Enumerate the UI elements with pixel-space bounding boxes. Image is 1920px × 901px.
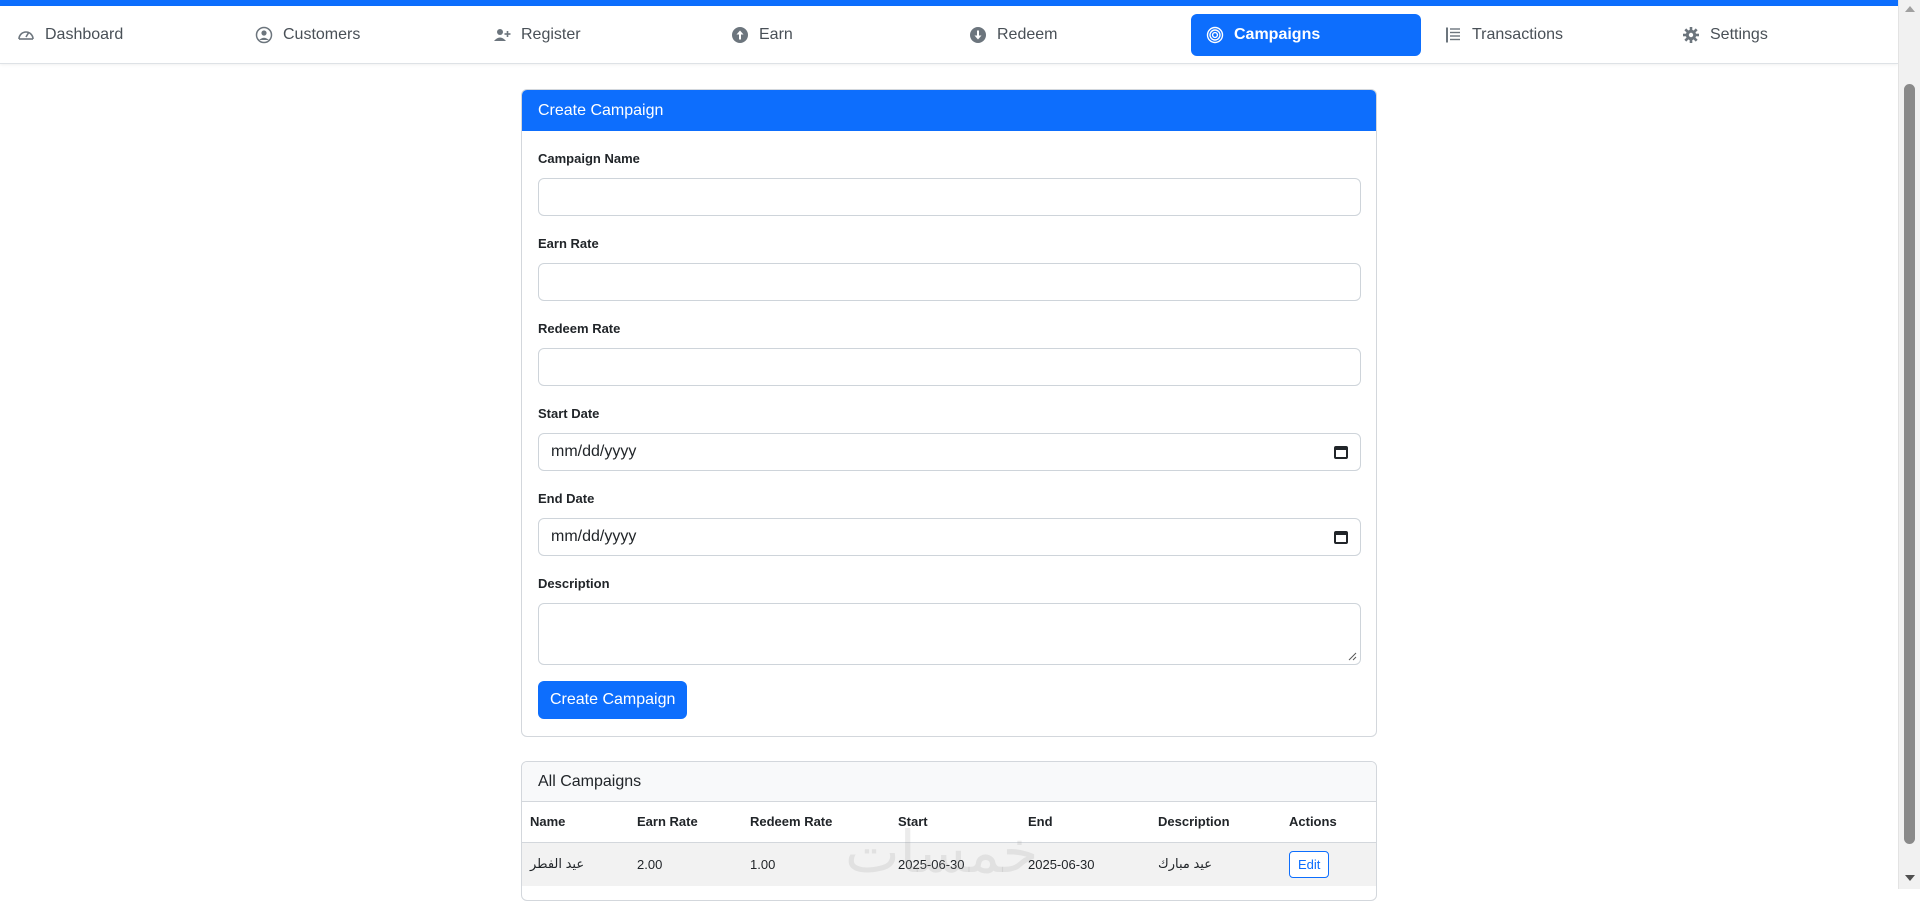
edit-button[interactable]: Edit	[1289, 850, 1330, 878]
create-campaign-card: Create Campaign Campaign Name Earn Rate …	[521, 89, 1377, 737]
person-circle-icon	[254, 25, 274, 45]
campaign-name-input[interactable]	[538, 178, 1361, 216]
calendar-icon[interactable]	[1334, 446, 1348, 459]
nav-item-redeem[interactable]: Redeem	[954, 14, 1184, 56]
nav-item-earn[interactable]: Earn	[716, 14, 946, 56]
person-plus-icon	[492, 25, 512, 45]
speedometer-icon	[16, 25, 36, 45]
column-header-redeem-rate: Redeem Rate	[742, 802, 890, 843]
nav-label-transactions: Transactions	[1472, 26, 1563, 43]
table-header-row: Name Earn Rate Redeem Rate Start End Des…	[522, 802, 1376, 843]
cell-end: 2025-06-30	[1020, 842, 1150, 886]
resize-grip-icon[interactable]	[1347, 651, 1357, 661]
create-campaign-header: Create Campaign	[522, 90, 1376, 131]
start-date-placeholder: mm/dd/yyyy	[551, 443, 637, 460]
nav-item-register[interactable]: Register	[478, 14, 708, 56]
nav-item-settings[interactable]: Settings	[1667, 14, 1887, 56]
gear-icon	[1681, 25, 1701, 45]
nav-label-dashboard: Dashboard	[45, 26, 124, 43]
start-date-input[interactable]: mm/dd/yyyy	[538, 433, 1361, 471]
cell-description: عيد مبارك	[1150, 842, 1281, 886]
nav-item-dashboard[interactable]: Dashboard	[2, 14, 232, 56]
description-label: Description	[538, 576, 610, 591]
description-textarea[interactable]	[538, 603, 1361, 665]
arrow-up-circle-icon	[730, 25, 750, 45]
redeem-rate-label: Redeem Rate	[538, 321, 621, 336]
table-row: عيد الفطر 2.00 1.00 2025-06-30 2025-06-3…	[522, 842, 1376, 886]
arrow-down-circle-icon	[968, 25, 988, 45]
end-date-placeholder: mm/dd/yyyy	[551, 528, 637, 545]
main-navbar: Dashboard Customers Register Earn Redeem…	[0, 6, 1898, 64]
earn-rate-label: Earn Rate	[538, 236, 599, 251]
earn-rate-input[interactable]	[538, 263, 1361, 301]
cell-actions: Edit	[1281, 842, 1376, 886]
end-date-input[interactable]: mm/dd/yyyy	[538, 518, 1361, 556]
nav-label-settings: Settings	[1710, 26, 1768, 43]
all-campaigns-header: All Campaigns	[522, 762, 1376, 802]
scroll-thumb[interactable]	[1904, 84, 1915, 844]
column-header-actions: Actions	[1281, 802, 1376, 843]
calendar-icon[interactable]	[1334, 531, 1348, 544]
scroll-down-arrow-icon[interactable]	[1905, 875, 1915, 881]
column-header-earn-rate: Earn Rate	[629, 802, 742, 843]
campaign-name-label: Campaign Name	[538, 151, 640, 166]
nav-item-transactions[interactable]: Transactions	[1429, 14, 1659, 56]
nav-item-customers[interactable]: Customers	[240, 14, 470, 56]
end-date-label: End Date	[538, 491, 595, 506]
redeem-rate-input[interactable]	[538, 348, 1361, 386]
column-header-name: Name	[522, 802, 629, 843]
nav-label-customers: Customers	[283, 26, 361, 43]
column-header-start: Start	[890, 802, 1020, 843]
bullseye-icon	[1205, 25, 1225, 45]
nav-item-campaigns[interactable]: Campaigns	[1191, 14, 1421, 56]
start-date-label: Start Date	[538, 406, 600, 421]
nav-label-campaigns: Campaigns	[1234, 26, 1321, 43]
scroll-up-arrow-icon[interactable]	[1905, 6, 1915, 12]
column-header-end: End	[1020, 802, 1150, 843]
cell-start: 2025-06-30	[890, 842, 1020, 886]
nav-label-earn: Earn	[759, 26, 793, 43]
cell-redeem-rate: 1.00	[742, 842, 890, 886]
campaigns-table: Name Earn Rate Redeem Rate Start End Des…	[522, 802, 1376, 886]
list-icon	[1443, 25, 1463, 45]
page-scrollbar[interactable]	[1898, 0, 1920, 889]
create-campaign-button[interactable]: Create Campaign	[538, 681, 688, 719]
all-campaigns-card: All Campaigns Name Earn Rate Redeem Rate…	[521, 761, 1377, 901]
nav-label-redeem: Redeem	[997, 26, 1058, 43]
cell-earn-rate: 2.00	[629, 842, 742, 886]
cell-name: عيد الفطر	[522, 842, 629, 886]
column-header-description: Description	[1150, 802, 1281, 843]
nav-label-register: Register	[521, 26, 581, 43]
